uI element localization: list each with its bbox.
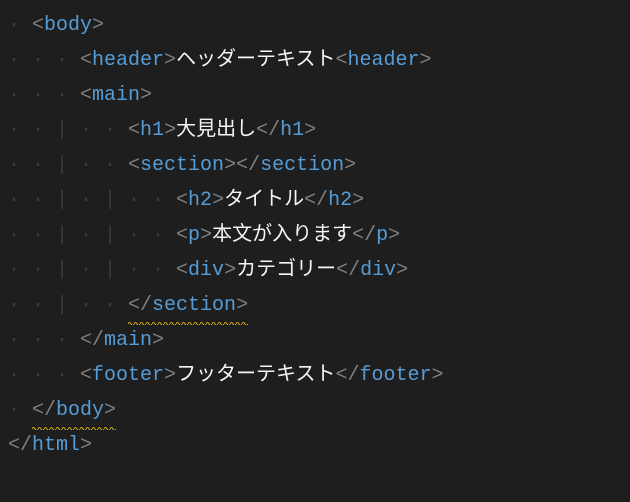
code-line[interactable]: · · · <header>ヘッダーテキスト<header>	[0, 43, 630, 78]
indent-guide: · · | · ·	[8, 294, 128, 317]
header-text: ヘッダーテキスト	[176, 49, 335, 72]
indent-guide: · · ·	[8, 329, 80, 352]
code-line[interactable]: · <body>	[0, 8, 630, 43]
code-line[interactable]: · · · <footer>フッターテキスト</footer>	[0, 358, 630, 393]
tag-div: div	[188, 259, 224, 282]
tag-p: p	[188, 224, 200, 247]
tag-h1: h1	[140, 119, 164, 142]
tag-h2: h2	[188, 189, 212, 212]
tag-section-close: section	[152, 294, 236, 317]
h2-text: タイトル	[224, 189, 304, 212]
code-line[interactable]: · · | · | · · <p>本文が入ります</p>	[0, 218, 630, 253]
code-line[interactable]: · · | · · <h1>大見出し</h1>	[0, 113, 630, 148]
indent-guide: · · | · ·	[8, 154, 128, 177]
code-line[interactable]: · · | · | · · <h2>タイトル</h2>	[0, 183, 630, 218]
tag-main-close: main	[104, 329, 152, 352]
tag-section: section	[140, 154, 224, 177]
tag-footer: footer	[92, 364, 164, 387]
indent-guide: · · | · | · ·	[8, 259, 176, 282]
code-line[interactable]: </html>	[0, 428, 630, 463]
indent-guide: ·	[8, 399, 32, 422]
tag-html-close: html	[32, 434, 80, 457]
error-squiggle[interactable]: </section>	[128, 288, 248, 323]
code-editor[interactable]: · <body> · · · <header>ヘッダーテキスト<header> …	[0, 8, 630, 463]
tag-header-unclosed: header	[347, 49, 419, 72]
tag-main: main	[92, 84, 140, 107]
code-line[interactable]: · · · </main>	[0, 323, 630, 358]
tag-header: header	[92, 49, 164, 72]
code-line[interactable]: · · | · | · · <div>カテゴリー</div>	[0, 253, 630, 288]
code-line[interactable]: · · | · · <section></section>	[0, 148, 630, 183]
div-text: カテゴリー	[236, 259, 336, 282]
tag-body: body	[44, 14, 92, 37]
code-line[interactable]: · · | · · </section>	[0, 288, 630, 323]
indent-guide: · · ·	[8, 49, 80, 72]
h1-text: 大見出し	[176, 119, 256, 142]
indent-guide: · · | · | · ·	[8, 189, 176, 212]
code-line[interactable]: · · · <main>	[0, 78, 630, 113]
indent-guide: ·	[8, 14, 32, 37]
indent-guide: · · | · ·	[8, 119, 128, 142]
code-line[interactable]: · </body>	[0, 393, 630, 428]
footer-text: フッターテキスト	[176, 364, 335, 387]
indent-guide: · · ·	[8, 84, 80, 107]
error-squiggle[interactable]: </body>	[32, 393, 116, 428]
indent-guide: · · | · | · ·	[8, 224, 176, 247]
indent-guide: · · ·	[8, 364, 80, 387]
p-text: 本文が入ります	[212, 224, 352, 247]
tag-body-close: body	[56, 399, 104, 422]
